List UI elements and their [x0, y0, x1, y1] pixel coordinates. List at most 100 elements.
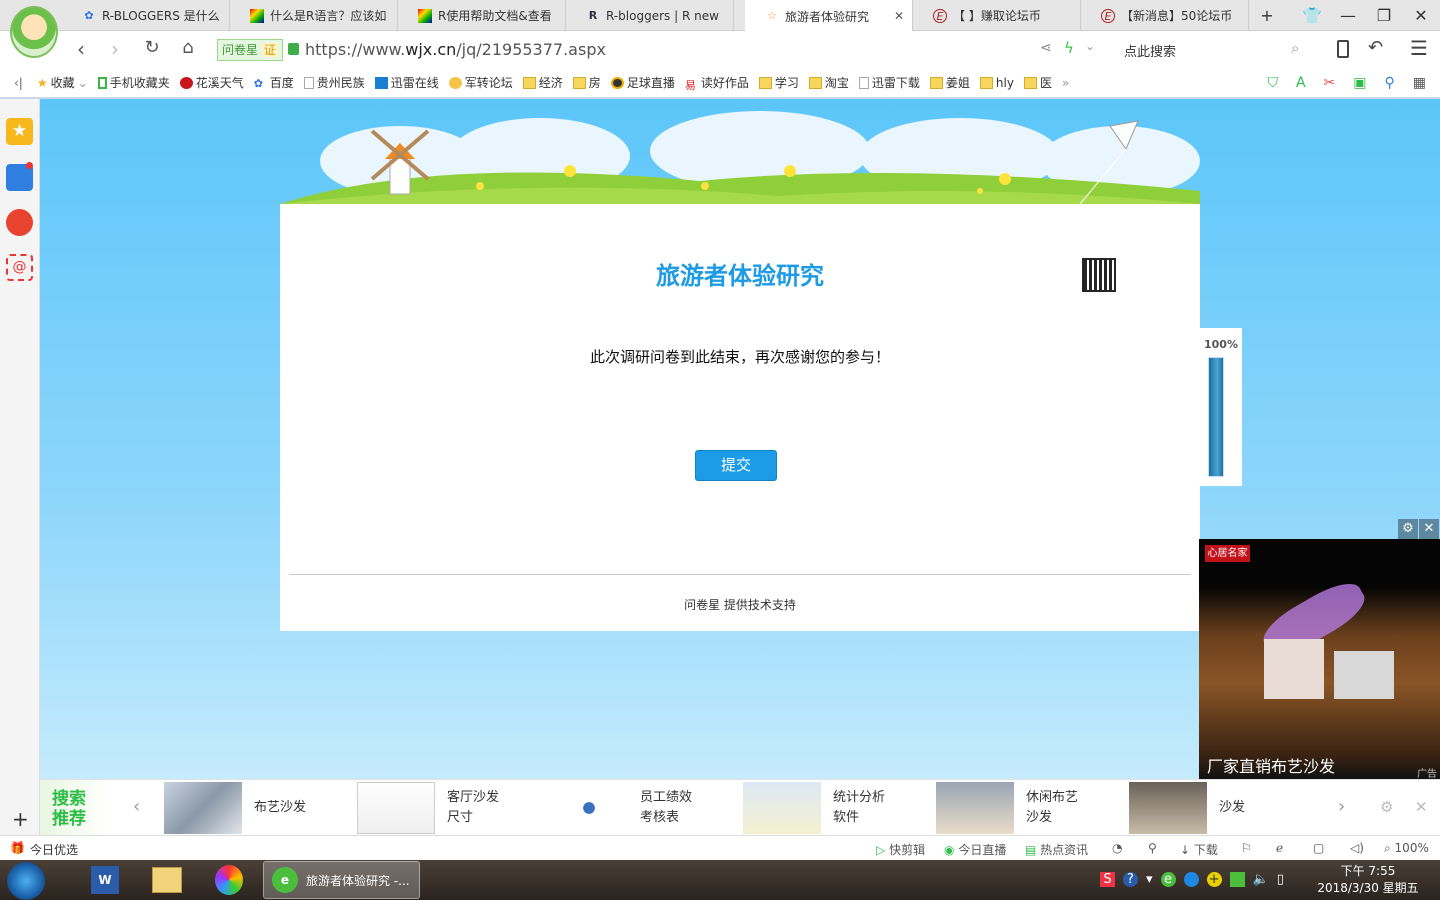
bookmark-folder[interactable]: 姜姐 [929, 74, 970, 91]
scissors-icon[interactable]: ✂ [1324, 75, 1336, 91]
menu-icon[interactable]: ☰ [1410, 36, 1428, 60]
close-icon[interactable]: ✕ [1415, 798, 1428, 816]
sofa-ad[interactable]: 心居名家 厂家直销布艺沙发 广告 [1199, 539, 1440, 779]
shield-tray-icon[interactable] [1229, 872, 1245, 887]
powered-by-footer[interactable]: 问卷星 提供技术支持 [280, 596, 1200, 613]
search-icon[interactable]: ⌕ [1291, 39, 1299, 57]
taskbar-browser-window[interactable]: e 旅游者体验研究 -... [263, 861, 420, 899]
close-window-button[interactable]: ✕ [1403, 0, 1439, 31]
bookmark-item[interactable]: 贵州民族 [303, 74, 365, 91]
clock[interactable]: 下午 7:55 2018/3/30 星期五 [1310, 863, 1426, 897]
hot-news-link[interactable]: ▤ 热点资讯 [1025, 841, 1088, 858]
live-link[interactable]: ◉ 今日直播 [944, 841, 1006, 858]
next-arrow-icon[interactable]: › [1338, 796, 1345, 817]
ie-icon[interactable]: ℯ [1276, 841, 1283, 855]
bookmark-folder[interactable]: 学习 [758, 74, 799, 91]
bookmark-item[interactable]: 迅雷在线 [374, 74, 439, 91]
speaker-icon[interactable]: 🔈 [1253, 872, 1269, 887]
volume-icon[interactable]: ◁) [1350, 841, 1364, 855]
settings-icon[interactable]: ⚙ [1380, 798, 1393, 816]
add-icon[interactable]: + [12, 807, 29, 831]
start-button[interactable] [7, 862, 45, 900]
bookmark-folder[interactable]: hly [979, 76, 1014, 90]
download-link[interactable]: ↓ 下载 [1180, 841, 1218, 858]
help-icon[interactable]: ? [1123, 872, 1138, 887]
recommend-item[interactable]: 休闲布艺 沙发 [936, 782, 1129, 834]
recommend-item[interactable]: 布艺沙发 [164, 782, 357, 834]
zoom-control[interactable]: ⌕ 100% [1384, 841, 1429, 856]
pin-icon[interactable]: ⚲ [1148, 841, 1157, 855]
tab-forum-1[interactable]: E 【 】赚取论坛币 [913, 0, 1081, 31]
today-picks-link[interactable]: 今日优选 [30, 841, 78, 858]
recommend-item[interactable]: 员工绩效 考核表 [550, 782, 743, 834]
search-input[interactable]: 点此搜索 [1124, 41, 1176, 60]
more-bookmarks-button[interactable]: » [1062, 76, 1069, 90]
qr-code[interactable] [1082, 258, 1116, 292]
plus-tray-icon[interactable]: + [1206, 872, 1222, 887]
ad-close-icon[interactable]: ✕ [1419, 519, 1439, 539]
network-icon[interactable]: ▯ [1277, 872, 1284, 887]
shield-icon[interactable]: ⛉ [1267, 75, 1278, 91]
chevron-down-icon[interactable]: ⌄ [1085, 39, 1095, 53]
bookmark-item[interactable]: 迅雷下载 [858, 74, 920, 91]
tab-forum-2[interactable]: E 【新消息】50论坛币 [1081, 0, 1249, 31]
sogou-icon[interactable]: S [1100, 872, 1115, 887]
lightning-icon[interactable]: ϟ [1064, 39, 1074, 57]
home-button[interactable]: ⌂ [173, 37, 203, 58]
bookmark-item[interactable]: 军转论坛 [448, 74, 513, 91]
quick-edit-link[interactable]: ▷ 快剪辑 [876, 841, 925, 858]
close-tab-icon[interactable]: ✕ [894, 9, 904, 23]
undo-icon[interactable]: ↶ [1368, 37, 1383, 58]
weibo-icon[interactable] [6, 209, 33, 236]
favorites-star-icon[interactable]: ★ [6, 118, 33, 145]
email-icon[interactable]: @ [6, 254, 33, 281]
submit-button[interactable]: 提交 [695, 450, 777, 481]
bookmark-favorites[interactable]: ★ 收藏 ⌄ [37, 74, 88, 91]
new-tab-button[interactable]: + [1249, 0, 1285, 31]
colorful-app-icon[interactable] [204, 863, 254, 897]
bookmark-item[interactable]: 手机收藏夹 [97, 74, 170, 91]
user-avatar[interactable] [10, 6, 58, 58]
tray-expand-icon[interactable]: ▾ [1146, 872, 1153, 887]
speed-icon[interactable]: ◔ [1112, 841, 1122, 855]
bookmark-item[interactable]: 足球直播 [610, 74, 675, 91]
refresh-button[interactable]: ↻ [137, 37, 167, 58]
ad-settings-icon[interactable]: ⚙ [1398, 519, 1418, 539]
mobile-icon[interactable] [1337, 40, 1349, 58]
bookmark-item[interactable]: 易读好作品 [685, 74, 749, 92]
tab-r-bloggers[interactable]: R R-bloggers | R new [566, 0, 734, 31]
apps-icon[interactable]: ▦ [1413, 75, 1426, 91]
recommend-item[interactable]: 客厅沙发 尺寸 [357, 782, 550, 834]
word-icon[interactable]: W [80, 863, 130, 897]
tab-what-is-r[interactable]: 什么是R语言？应该如 [230, 0, 398, 31]
tab-survey-active[interactable]: ☆ 旅游者体验研究 ✕ [745, 0, 913, 32]
bookmark-folder[interactable]: 淘宝 [808, 74, 849, 91]
explorer-icon[interactable] [142, 863, 192, 897]
minimize-button[interactable]: — [1330, 0, 1366, 31]
skin-icon[interactable]: 👕 [1294, 0, 1330, 31]
tab-r-help[interactable]: R使用帮助文档&查看 [398, 0, 566, 31]
bookmark-item[interactable]: ✿ 百度 [254, 74, 294, 91]
game-icon[interactable]: ▣ [1353, 75, 1366, 91]
maximize-button[interactable]: ❐ [1366, 0, 1402, 31]
recommend-item[interactable]: 统计分析 软件 [743, 782, 936, 834]
share-icon[interactable]: ⋖ [1040, 40, 1052, 56]
network-tray-icon[interactable] [1183, 872, 1199, 887]
collapse-sidebar-icon[interactable]: ‹| [14, 76, 23, 90]
url-input[interactable]: https://www.wjx.cn/jq/21955377.aspx [305, 40, 606, 59]
prev-arrow-icon[interactable]: ‹ [133, 796, 140, 817]
translate-icon[interactable]: A [1296, 75, 1306, 91]
back-button[interactable]: ‹ [66, 37, 96, 61]
magnifier-icon[interactable]: ⚲ [1385, 75, 1395, 91]
bookmark-folder[interactable]: 经济 [522, 74, 563, 91]
forward-button[interactable]: › [100, 37, 130, 61]
tab-rbloggers-baidu[interactable]: ✿ R-BLOGGERS 是什么 [62, 0, 230, 31]
flag-icon[interactable]: ⚐ [1241, 841, 1252, 855]
bookmark-item[interactable]: 花溪天气 [179, 74, 244, 91]
window-icon[interactable]: ▢ [1313, 841, 1324, 855]
bookmark-folder[interactable]: 房 [572, 74, 601, 91]
site-badge[interactable]: 问卷星 证 [217, 39, 283, 61]
browser-tray-icon[interactable]: e [1160, 872, 1176, 887]
recommend-item[interactable]: 沙发 [1129, 782, 1322, 834]
bookmark-folder[interactable]: 医 [1023, 74, 1052, 91]
